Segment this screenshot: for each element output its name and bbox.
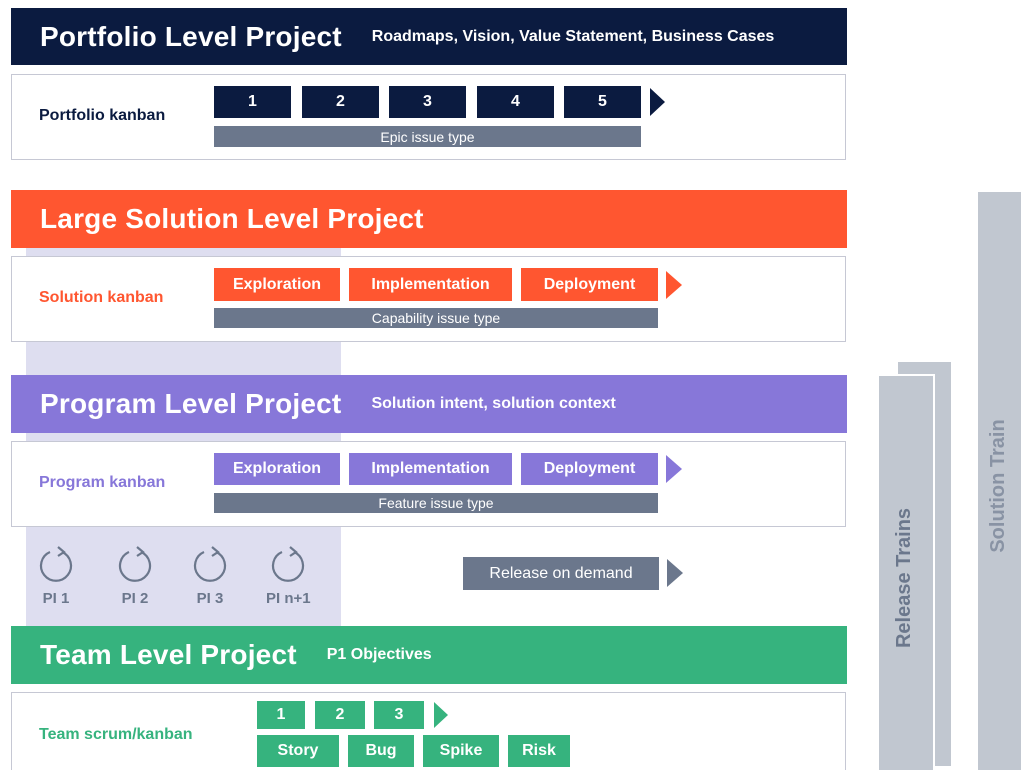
- program-flow-arrow-icon: [666, 455, 682, 483]
- solution-issue-type-bar: Capability issue type: [214, 308, 658, 328]
- team-kanban-label: Team scrum/kanban: [39, 726, 193, 743]
- program-step-implementation: Implementation: [349, 453, 512, 485]
- team-flow-arrow-icon: [434, 702, 448, 728]
- portfolio-step-2: 2: [302, 86, 379, 118]
- solution-step-exploration: Exploration: [214, 268, 340, 301]
- solution-title: Large Solution Level Project: [40, 203, 424, 234]
- team-issue-spike: Spike: [423, 735, 499, 767]
- team-step-1: 1: [257, 701, 305, 729]
- portfolio-kanban-label: Portfolio kanban: [39, 107, 166, 124]
- solution-step-implementation: Implementation: [349, 268, 512, 301]
- program-step-deployment: Deployment: [521, 453, 658, 485]
- portfolio-step-3: 3: [389, 86, 466, 118]
- solution-flow-arrow-icon: [666, 271, 682, 299]
- cycle-icon: [193, 546, 227, 582]
- pi-3: PI 3: [188, 544, 232, 607]
- release-trains-label: Release Trains: [893, 507, 915, 649]
- release-flow-arrow-icon: [667, 559, 683, 587]
- pi-1: PI 1: [34, 544, 78, 607]
- portfolio-step-5: 5: [564, 86, 641, 118]
- pi-n-plus-1-label: PI n+1: [266, 590, 311, 607]
- pi-2-label: PI 2: [121, 590, 149, 607]
- cycle-icon: [118, 546, 152, 582]
- team-title: Team Level Project: [40, 639, 297, 670]
- team-banner: Team Level Project P1 Objectives: [11, 626, 847, 684]
- program-subtitle: Solution intent, solution context: [371, 395, 616, 412]
- solution-step-deployment: Deployment: [521, 268, 658, 301]
- portfolio-step-1: 1: [214, 86, 291, 118]
- program-title: Program Level Project: [40, 388, 342, 419]
- team-issue-risk: Risk: [508, 735, 570, 767]
- solution-kanban-label: Solution kanban: [39, 289, 164, 306]
- pi-n-plus-1: PI n+1: [266, 544, 311, 607]
- team-issue-bug: Bug: [348, 735, 414, 767]
- program-step-exploration: Exploration: [214, 453, 340, 485]
- program-issue-type-bar: Feature issue type: [214, 493, 658, 513]
- program-banner: Program Level Project Solution intent, s…: [11, 375, 847, 433]
- team-issue-story: Story: [257, 735, 339, 767]
- portfolio-issue-type-bar: Epic issue type: [214, 126, 641, 147]
- pi-2: PI 2: [113, 544, 157, 607]
- portfolio-flow-arrow-icon: [650, 88, 665, 116]
- solution-banner: Large Solution Level Project: [11, 190, 847, 248]
- pi-3-label: PI 3: [196, 590, 224, 607]
- team-step-3: 3: [374, 701, 424, 729]
- portfolio-subtitle: Roadmaps, Vision, Value Statement, Busin…: [371, 27, 775, 45]
- solution-train-label: Solution Train: [987, 419, 1009, 553]
- pi-1-label: PI 1: [42, 590, 70, 607]
- program-kanban-label: Program kanban: [39, 474, 166, 491]
- cycle-icon: [271, 546, 305, 582]
- portfolio-title: Portfolio Level Project: [40, 20, 342, 52]
- portfolio-step-4: 4: [477, 86, 554, 118]
- portfolio-banner: Portfolio Level Project Roadmaps, Vision…: [11, 8, 847, 65]
- team-step-2: 2: [315, 701, 365, 729]
- release-on-demand-bar: Release on demand: [463, 557, 659, 590]
- team-subtitle: P1 Objectives: [326, 646, 432, 663]
- cycle-icon: [39, 546, 73, 582]
